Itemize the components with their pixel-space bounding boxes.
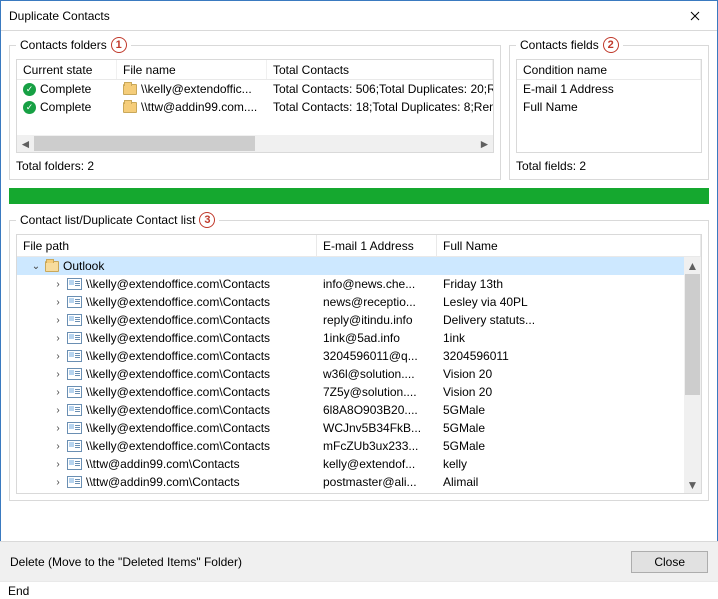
- contacts-fields-legend: Contacts fields 2: [516, 37, 623, 53]
- chevron-right-icon[interactable]: ›: [53, 405, 63, 416]
- tree-header: File path E-mail 1 Address Full Name: [17, 235, 701, 257]
- contact-card-icon: [67, 440, 82, 452]
- chevron-right-icon[interactable]: ›: [53, 423, 63, 434]
- tree-item[interactable]: ›\\kelly@extendoffice.com\ContactsmFcZUb…: [17, 437, 684, 455]
- tree-item[interactable]: ›\\kelly@extendoffice.com\Contactsw36l@s…: [17, 365, 684, 383]
- chevron-right-icon[interactable]: ›: [53, 315, 63, 326]
- folder-icon: [123, 84, 137, 95]
- tree-item[interactable]: ›\\kelly@extendoffice.com\Contacts6l8A8O…: [17, 401, 684, 419]
- tree-item[interactable]: ›\\kelly@extendoffice.com\Contactsnews@r…: [17, 293, 684, 311]
- folder-row[interactable]: ✓Complete\\ttw@addin99.com....Total Cont…: [17, 98, 493, 116]
- tree-item[interactable]: ›\\ttw@addin99.com\Contactskelly@extendo…: [17, 455, 684, 473]
- complete-icon: ✓: [23, 101, 36, 114]
- contacts-fields-legend-text: Contacts fields: [520, 38, 599, 52]
- col-condition-name[interactable]: Condition name: [517, 60, 701, 79]
- contact-card-icon: [67, 314, 82, 326]
- tree-item[interactable]: ›\\kelly@extendoffice.com\Contacts7Z5y@s…: [17, 383, 684, 401]
- chevron-right-icon[interactable]: ›: [53, 279, 63, 290]
- folders-list-body: ✓Complete\\kelly@extendoffic...Total Con…: [17, 80, 493, 135]
- col-file-path[interactable]: File path: [17, 235, 317, 256]
- delete-hint-label: Delete (Move to the "Deleted Items" Fold…: [10, 555, 242, 569]
- scroll-right-icon[interactable]: ►: [476, 135, 493, 152]
- contact-card-icon: [67, 296, 82, 308]
- fields-list[interactable]: Condition name E-mail 1 AddressFull Name: [516, 59, 702, 153]
- complete-icon: ✓: [23, 83, 36, 96]
- col-file-name[interactable]: File name: [117, 60, 267, 79]
- contact-card-icon: [67, 476, 82, 488]
- contact-list-legend: Contact list/Duplicate Contact list 3: [16, 212, 219, 228]
- contacts-folders-legend: Contacts folders 1: [16, 37, 131, 53]
- chevron-right-icon[interactable]: ›: [53, 351, 63, 362]
- col-total-contacts[interactable]: Total Contacts: [267, 60, 493, 79]
- scroll-down-icon[interactable]: ▼: [684, 476, 701, 493]
- fields-list-header: Condition name: [517, 60, 701, 80]
- contact-list-group: Contact list/Duplicate Contact list 3 Fi…: [9, 212, 709, 501]
- contact-card-icon: [67, 404, 82, 416]
- field-row[interactable]: E-mail 1 Address: [517, 80, 701, 98]
- tree-item[interactable]: ›\\ttw@addin99.com\Contactsghk@addin99.c…: [17, 491, 684, 493]
- window-title: Duplicate Contacts: [9, 9, 110, 23]
- scroll-up-icon[interactable]: ▲: [684, 257, 701, 274]
- chevron-right-icon[interactable]: ›: [53, 369, 63, 380]
- titlebar: Duplicate Contacts: [1, 1, 717, 31]
- contact-card-icon: [67, 332, 82, 344]
- col-full-name[interactable]: Full Name: [437, 235, 701, 256]
- tree-body: ⌄Outlook›\\kelly@extendoffice.com\Contac…: [17, 257, 684, 493]
- contact-card-icon: [67, 458, 82, 470]
- contacts-folders-group: Contacts folders 1 Current state File na…: [9, 37, 501, 180]
- scroll-thumb[interactable]: [34, 136, 255, 151]
- total-fields-label: Total fields: 2: [516, 159, 702, 173]
- footer-bar: Delete (Move to the "Deleted Items" Fold…: [0, 541, 718, 581]
- close-button[interactable]: Close: [631, 551, 708, 573]
- tree-item[interactable]: ›\\kelly@extendoffice.com\ContactsWCJnv5…: [17, 419, 684, 437]
- chevron-right-icon[interactable]: ›: [53, 441, 63, 452]
- contact-card-icon: [67, 386, 82, 398]
- tree-item[interactable]: ›\\kelly@extendoffice.com\Contacts320459…: [17, 347, 684, 365]
- chevron-down-icon[interactable]: ⌄: [31, 261, 41, 272]
- progress-bar: [9, 188, 709, 204]
- scroll-thumb[interactable]: [685, 274, 700, 395]
- badge-1-icon: 1: [111, 37, 127, 53]
- status-end-label: End: [8, 584, 29, 598]
- col-current-state[interactable]: Current state: [17, 60, 117, 79]
- total-folders-label: Total folders: 2: [16, 159, 494, 173]
- fields-list-body: E-mail 1 AddressFull Name: [517, 80, 701, 152]
- chevron-right-icon[interactable]: ›: [53, 333, 63, 344]
- tree-item[interactable]: ›\\ttw@addin99.com\Contactspostmaster@al…: [17, 473, 684, 491]
- window-close-button[interactable]: [673, 1, 717, 31]
- chevron-right-icon[interactable]: ›: [53, 459, 63, 470]
- folders-hscrollbar[interactable]: ◄ ►: [17, 135, 493, 152]
- badge-2-icon: 2: [603, 37, 619, 53]
- tree-item[interactable]: ›\\kelly@extendoffice.com\Contactsinfo@n…: [17, 275, 684, 293]
- contacts-folders-legend-text: Contacts folders: [20, 38, 107, 52]
- tree-group-outlook[interactable]: ⌄Outlook: [17, 257, 684, 275]
- contact-card-icon: [67, 350, 82, 362]
- folders-list[interactable]: Current state File name Total Contacts ✓…: [16, 59, 494, 153]
- tree-vscrollbar[interactable]: ▲ ▼: [684, 257, 701, 493]
- contact-list-legend-text: Contact list/Duplicate Contact list: [20, 213, 195, 227]
- content: Contacts folders 1 Current state File na…: [1, 31, 717, 501]
- folder-icon: [123, 102, 137, 113]
- duplicate-contacts-tree[interactable]: File path E-mail 1 Address Full Name ⌄Ou…: [16, 234, 702, 494]
- contact-card-icon: [67, 368, 82, 380]
- tree-item[interactable]: ›\\kelly@extendoffice.com\Contacts1ink@5…: [17, 329, 684, 347]
- tree-item[interactable]: ›\\kelly@extendoffice.com\Contactsreply@…: [17, 311, 684, 329]
- chevron-right-icon[interactable]: ›: [53, 387, 63, 398]
- scroll-left-icon[interactable]: ◄: [17, 135, 34, 152]
- status-bar: End: [0, 581, 718, 599]
- field-row[interactable]: Full Name: [517, 98, 701, 116]
- close-icon: [690, 11, 700, 21]
- folder-icon: [45, 261, 59, 272]
- contact-card-icon: [67, 422, 82, 434]
- folders-list-header: Current state File name Total Contacts: [17, 60, 493, 80]
- contacts-fields-group: Contacts fields 2 Condition name E-mail …: [509, 37, 709, 180]
- contact-card-icon: [67, 278, 82, 290]
- folder-row[interactable]: ✓Complete\\kelly@extendoffic...Total Con…: [17, 80, 493, 98]
- badge-3-icon: 3: [199, 212, 215, 228]
- chevron-right-icon[interactable]: ›: [53, 477, 63, 488]
- col-email[interactable]: E-mail 1 Address: [317, 235, 437, 256]
- chevron-right-icon[interactable]: ›: [53, 297, 63, 308]
